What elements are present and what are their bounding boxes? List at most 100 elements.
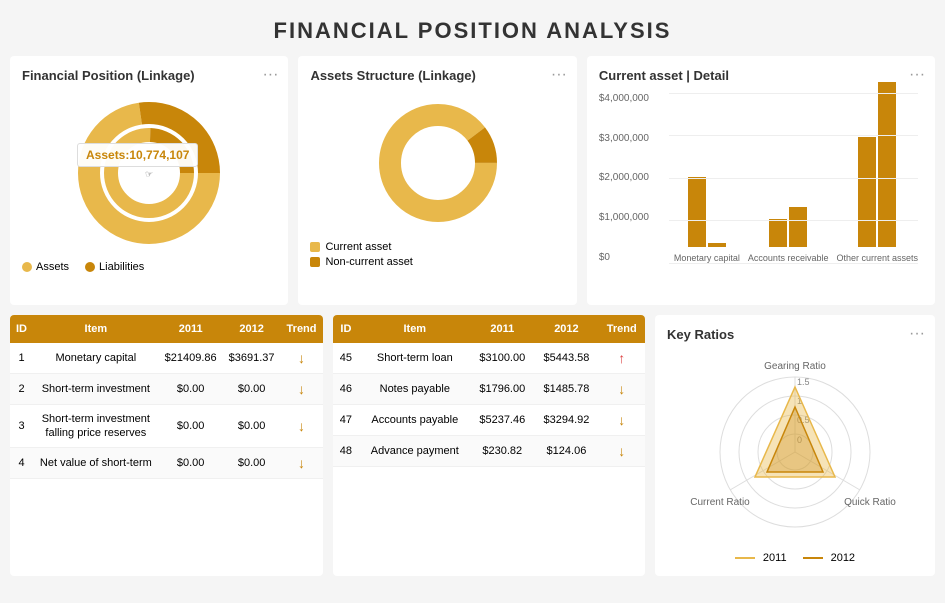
- page-title: FINANCIAL POSITION ANALYSIS: [0, 0, 945, 56]
- bar-group-receivable: Accounts receivable: [748, 207, 829, 263]
- right-col-2011: 2011: [470, 315, 534, 343]
- left-table-header: ID Item 2011 2012 Trend: [10, 315, 323, 343]
- row4-2012: $0.00: [223, 448, 281, 479]
- rrow3-2012: $3294.92: [534, 404, 598, 435]
- gridline-4m: [669, 93, 918, 94]
- bar-group-other: Other current assets: [836, 82, 918, 263]
- row4-2011: $0.00: [159, 448, 223, 479]
- rrow3-id: 47: [333, 404, 360, 435]
- row1-2011: $21409.86: [159, 343, 223, 374]
- rrow3-2011: $5237.46: [470, 404, 534, 435]
- rrow1-trend: ↑: [599, 343, 646, 374]
- table-row: 48 Advance payment $230.82 $124.06 ↓: [333, 435, 646, 466]
- ratios-legend-2011: 2011: [735, 552, 787, 564]
- table-row: 46 Notes payable $1796.00 $1485.78 ↓: [333, 373, 646, 404]
- legend-current-asset: Current asset: [310, 241, 564, 253]
- assets-donut-chart[interactable]: [373, 98, 503, 228]
- table-row: 3 Short-term investment falling price re…: [10, 404, 323, 448]
- financial-position-title: Financial Position (Linkage): [22, 68, 276, 85]
- monetary-2012-bar: [708, 243, 726, 247]
- table-row: 47 Accounts payable $5237.46 $3294.92 ↓: [333, 404, 646, 435]
- rrow4-id: 48: [333, 435, 360, 466]
- left-col-id: ID: [10, 315, 33, 343]
- svg-text:Quick Ratio: Quick Ratio: [844, 497, 896, 508]
- rrow4-item: Advance payment: [359, 435, 470, 466]
- other-2011-bar: [858, 137, 876, 247]
- rrow2-2012: $1485.78: [534, 373, 598, 404]
- right-table-panel: ID Item 2011 2012 Trend 45 Short-term lo…: [333, 315, 646, 576]
- rrow3-trend: ↓: [599, 404, 646, 435]
- panel2-menu[interactable]: ···: [551, 66, 567, 84]
- rrow1-id: 45: [333, 343, 360, 374]
- svg-text:1.5: 1.5: [797, 377, 810, 387]
- legend-assets-label: Assets: [36, 261, 69, 273]
- right-table-body: 45 Short-term loan $3100.00 $5443.58 ↑ 4…: [333, 343, 646, 467]
- rrow2-trend: ↓: [599, 373, 646, 404]
- receivable-2011-bar: [769, 219, 787, 247]
- rrow4-trend: ↓: [599, 435, 646, 466]
- current-asset-label: Current asset: [325, 241, 391, 253]
- noncurrent-asset-label: Non-current asset: [325, 256, 412, 268]
- rrow4-2011: $230.82: [470, 435, 534, 466]
- row3-id: 3: [10, 404, 33, 448]
- rrow1-item: Short-term loan: [359, 343, 470, 374]
- yaxis-0: $0: [599, 252, 649, 263]
- receivable-bars: [769, 207, 807, 247]
- noncurrent-asset-icon: [310, 257, 320, 267]
- bar-chart: $4,000,000 $3,000,000 $2,000,000 $1,000,…: [599, 93, 923, 293]
- left-table-header-row: ID Item 2011 2012 Trend: [10, 315, 323, 343]
- row4-id: 4: [10, 448, 33, 479]
- left-col-item: Item: [33, 315, 159, 343]
- other-label: Other current assets: [836, 253, 918, 263]
- panel1-menu[interactable]: ···: [262, 66, 278, 84]
- rrow3-item: Accounts payable: [359, 404, 470, 435]
- row1-trend: ↓: [281, 343, 323, 374]
- svg-text:☞: ☞: [145, 169, 153, 179]
- radar-chart[interactable]: Gearing Ratio Current Ratio Quick Ratio …: [675, 347, 915, 547]
- legend-2011-line: [735, 557, 755, 559]
- legend-liabilities: Liabilities: [85, 261, 144, 273]
- tooltip-label: Assets:: [86, 148, 129, 162]
- left-table: ID Item 2011 2012 Trend 1 Monetary capit…: [10, 315, 323, 480]
- right-table: ID Item 2011 2012 Trend 45 Short-term lo…: [333, 315, 646, 467]
- legend-2011-label: 2011: [763, 552, 787, 564]
- right-col-id: ID: [333, 315, 360, 343]
- row2-2011: $0.00: [159, 373, 223, 404]
- radar-chart-container: Gearing Ratio Current Ratio Quick Ratio …: [667, 347, 923, 547]
- legend-2012-label: 2012: [831, 552, 855, 564]
- right-col-2012: 2012: [534, 315, 598, 343]
- yaxis-1m: $1,000,000: [599, 212, 649, 223]
- left-col-2012: 2012: [223, 315, 281, 343]
- yaxis: $4,000,000 $3,000,000 $2,000,000 $1,000,…: [599, 93, 649, 263]
- row3-2012: $0.00: [223, 404, 281, 448]
- ratios-menu[interactable]: ···: [909, 325, 925, 343]
- table-row: 4 Net value of short-term $0.00 $0.00 ↓: [10, 448, 323, 479]
- right-table-header-row: ID Item 2011 2012 Trend: [333, 315, 646, 343]
- current-asset-icon: [310, 242, 320, 252]
- legend-noncurrent-asset: Non-current asset: [310, 256, 564, 268]
- row3-2011: $0.00: [159, 404, 223, 448]
- bottom-section: ID Item 2011 2012 Trend 1 Monetary capit…: [0, 315, 945, 586]
- gridline-3m: [669, 135, 918, 136]
- right-table-header: ID Item 2011 2012 Trend: [333, 315, 646, 343]
- row1-id: 1: [10, 343, 33, 374]
- legend-assets: Assets: [22, 261, 69, 273]
- row4-item: Net value of short-term: [33, 448, 159, 479]
- monetary-2011-bar: [688, 177, 706, 247]
- yaxis-4m: $4,000,000: [599, 93, 649, 104]
- row2-item: Short-term investment: [33, 373, 159, 404]
- legend-2012-line: [803, 557, 823, 559]
- other-2012-bar: [878, 82, 896, 247]
- receivable-label: Accounts receivable: [748, 253, 829, 263]
- tooltip-value: 10,774,107: [129, 148, 189, 162]
- row4-trend: ↓: [281, 448, 323, 479]
- table-row: 2 Short-term investment $0.00 $0.00 ↓: [10, 373, 323, 404]
- yaxis-2m: $2,000,000: [599, 172, 649, 183]
- donut-chart[interactable]: ☞: [69, 93, 229, 253]
- monetary-bars: [688, 177, 726, 247]
- assets-dot: [22, 262, 32, 272]
- row2-2012: $0.00: [223, 373, 281, 404]
- left-col-2011: 2011: [159, 315, 223, 343]
- left-table-panel: ID Item 2011 2012 Trend 1 Monetary capit…: [10, 315, 323, 576]
- row2-id: 2: [10, 373, 33, 404]
